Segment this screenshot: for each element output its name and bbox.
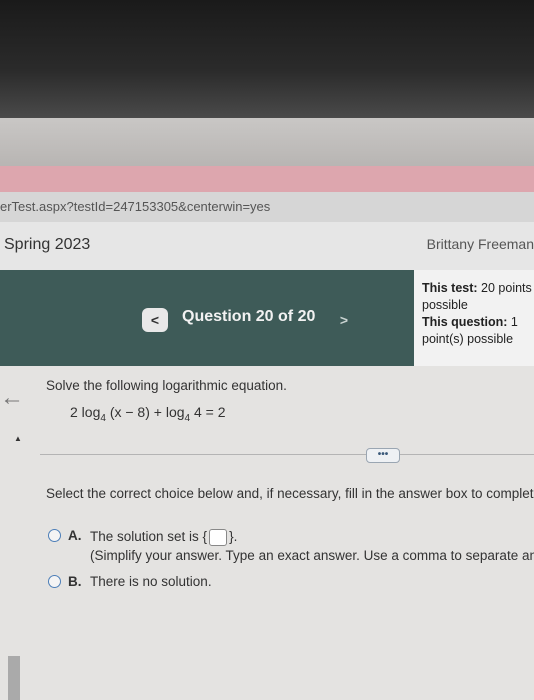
radio-option-a[interactable] xyxy=(48,529,61,542)
next-question-button[interactable]: > xyxy=(334,308,354,332)
collapse-triangle-icon[interactable]: ▲ xyxy=(14,434,22,443)
question-prompt: Solve the following logarithmic equation… xyxy=(46,378,287,393)
option-a-text: The solution set is {}. xyxy=(90,529,238,546)
bezel-edge xyxy=(0,118,534,166)
option-b-text: There is no solution. xyxy=(90,574,212,589)
option-b-letter: B. xyxy=(68,574,82,589)
option-a-hint: (Simplify your answer. Type an exact ans… xyxy=(90,548,534,563)
previous-question-button[interactable]: < xyxy=(142,308,168,332)
option-a-letter: A. xyxy=(68,528,82,543)
question-counter: Question 20 of 20 xyxy=(182,308,316,325)
course-header: Spring 2023 Brittany Freeman xyxy=(0,222,534,270)
scrollbar[interactable] xyxy=(8,656,20,700)
question-content: ← Solve the following logarithmic equati… xyxy=(0,366,534,700)
expand-more-button[interactable]: ••• xyxy=(366,448,400,463)
screen-bezel xyxy=(0,0,534,118)
browser-tab-strip xyxy=(0,166,534,192)
instruction-text: Select the correct choice below and, if … xyxy=(46,486,534,501)
url-text: erTest.aspx?testId=247153305&centerwin=y… xyxy=(0,199,271,214)
radio-option-b[interactable] xyxy=(48,575,61,588)
address-bar[interactable]: erTest.aspx?testId=247153305&centerwin=y… xyxy=(0,192,534,223)
equation: 2 log4 (x − 8) + log4 4 = 2 xyxy=(70,404,226,424)
divider xyxy=(40,454,534,455)
course-name: Spring 2023 xyxy=(4,236,91,253)
question-points: This question: 1 point(s) possible xyxy=(422,315,518,346)
question-navbar: < Question 20 of 20 > This test: 20 poin… xyxy=(0,270,534,366)
answer-input[interactable] xyxy=(209,529,228,546)
back-arrow-icon[interactable]: ← xyxy=(0,384,24,412)
student-name: Brittany Freeman xyxy=(426,236,534,252)
test-points: This test: 20 points possible xyxy=(422,281,532,312)
score-panel: This test: 20 points possible This quest… xyxy=(414,270,534,366)
